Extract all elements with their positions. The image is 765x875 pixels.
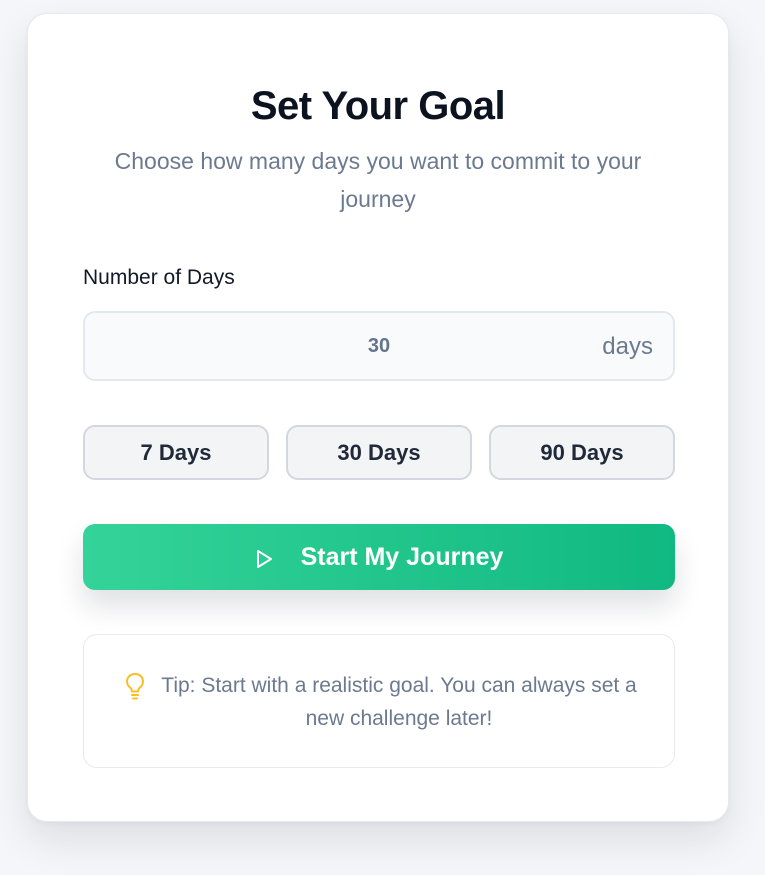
start-journey-label: Start My Journey xyxy=(300,542,504,571)
tip-box: Tip: Start with a realistic goal. You ca… xyxy=(83,634,675,768)
lightbulb-icon xyxy=(124,672,146,700)
goal-card: Set Your Goal Choose how many days you w… xyxy=(27,13,729,822)
preset-90-days-button[interactable]: 90 Days xyxy=(489,425,675,480)
tip-text: Tip: Start with a realistic goal. You ca… xyxy=(161,674,637,730)
play-icon xyxy=(255,547,273,568)
days-unit-label: days xyxy=(602,333,653,360)
page-subtitle: Choose how many days you want to commit … xyxy=(114,148,642,212)
page-title: Set Your Goal xyxy=(250,84,506,128)
preset-buttons: 7 Days 30 Days 90 Days xyxy=(83,425,675,480)
start-journey-button[interactable]: Start My Journey xyxy=(83,524,675,590)
days-input-container: days xyxy=(83,311,675,381)
days-input[interactable] xyxy=(85,313,673,379)
days-field-label: Number of Days xyxy=(83,266,235,289)
preset-30-days-button[interactable]: 30 Days xyxy=(286,425,472,480)
preset-7-days-button[interactable]: 7 Days xyxy=(83,425,269,480)
